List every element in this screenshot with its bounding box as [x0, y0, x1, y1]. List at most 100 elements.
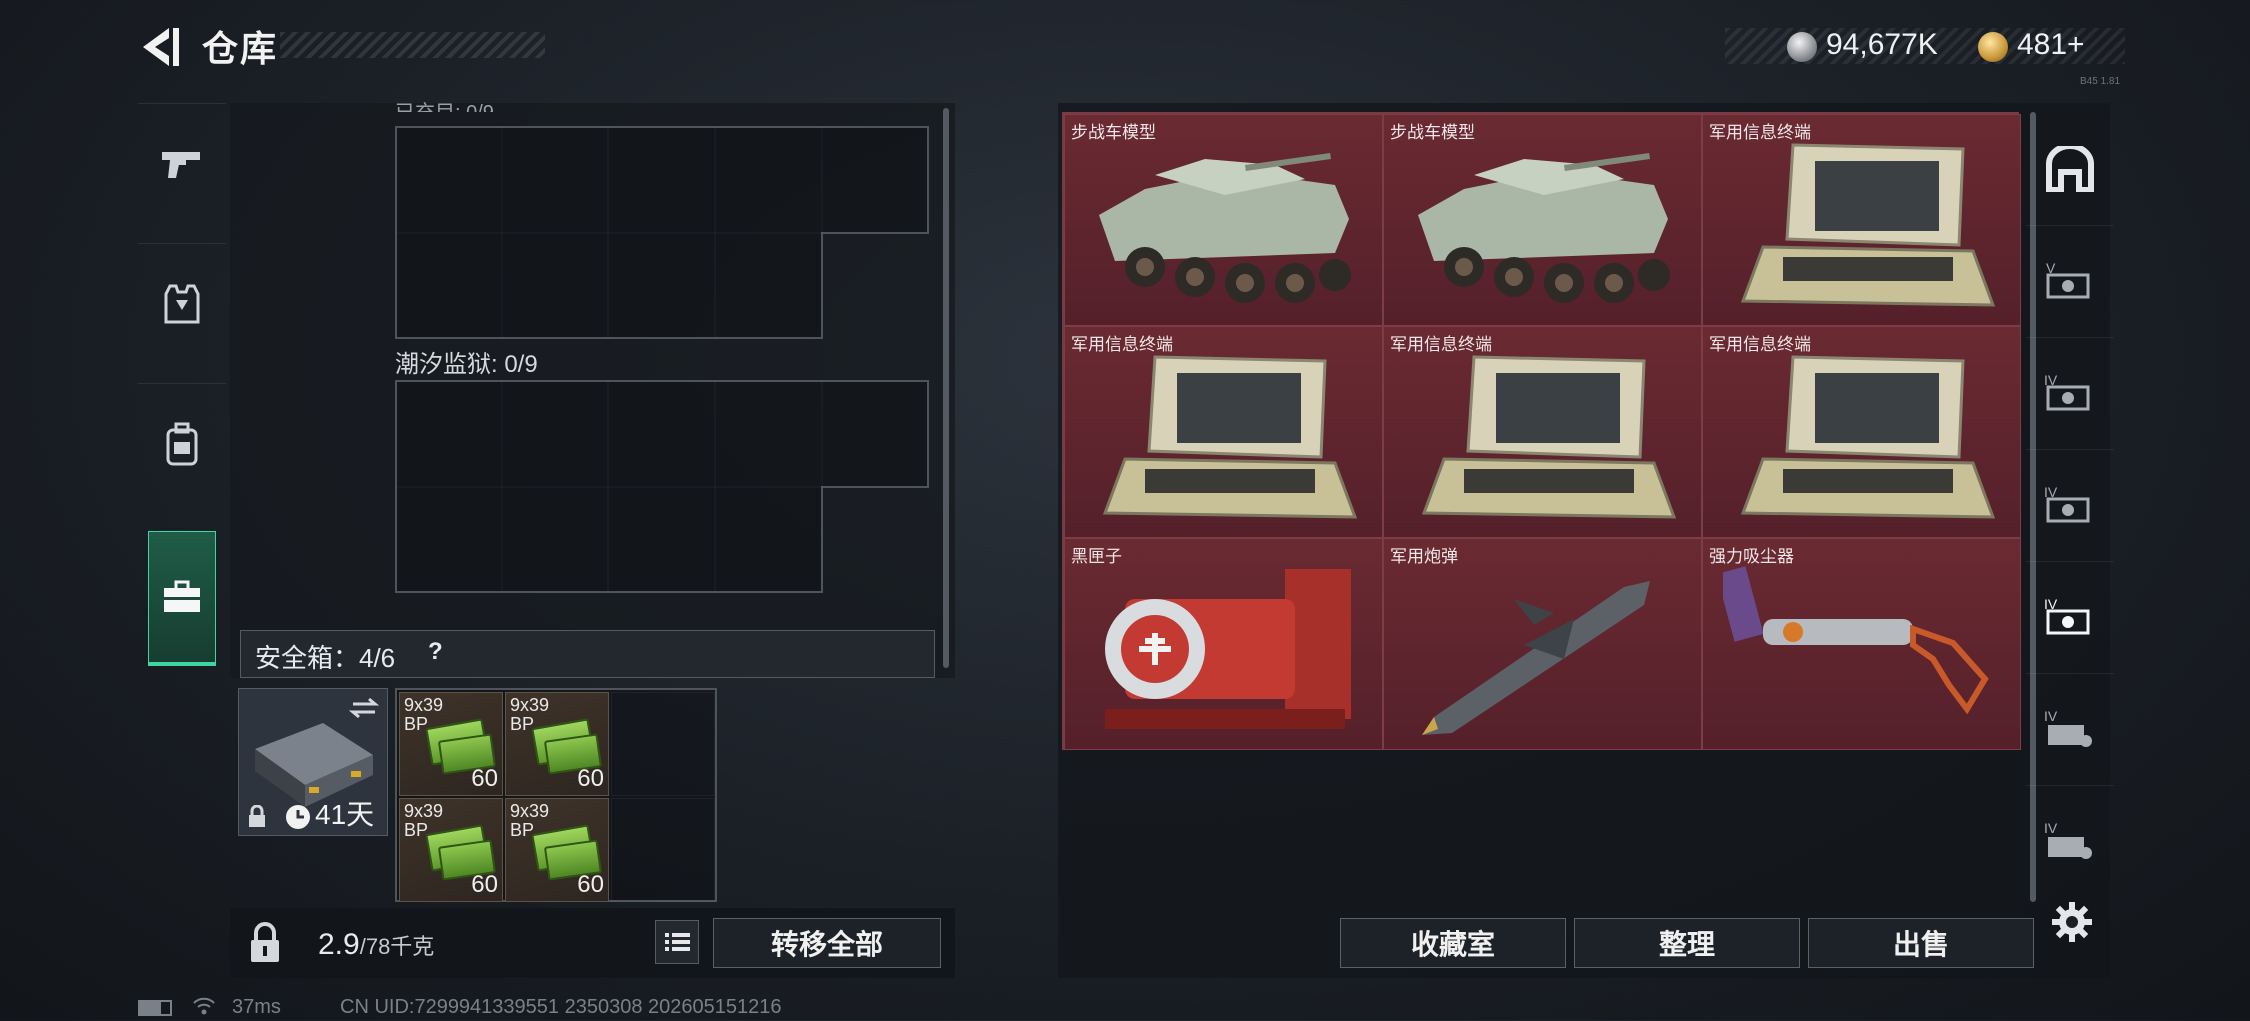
- stash-item[interactable]: 军用信息终端: [1702, 326, 2021, 538]
- stash-grid[interactable]: 步战车模型 步战车模型 军用信息终端 军用信息终端 军用信息终端 军用信息终端 …: [1062, 112, 2021, 750]
- collection-room-button[interactable]: 收藏室: [1340, 918, 1566, 968]
- silver-coin-icon: [1787, 32, 1817, 62]
- grid-2-frame: [395, 380, 929, 593]
- iv-box-icon: IV: [2044, 708, 2092, 747]
- nav-backpack[interactable]: [138, 383, 226, 504]
- stash-page-iv-2[interactable]: IV: [2026, 449, 2114, 562]
- nav-weapons[interactable]: [138, 103, 226, 224]
- ammo-qty: 60: [471, 765, 498, 792]
- stash-item[interactable]: 军用信息终端: [1702, 114, 2021, 326]
- safe-box-days: 41天: [315, 799, 375, 830]
- military-terminal-image: [1740, 143, 1996, 307]
- stash-page-iv-3-active[interactable]: IV: [2026, 561, 2114, 674]
- organize-button[interactable]: 整理: [1574, 918, 1800, 968]
- stash-page-v[interactable]: V: [2026, 225, 2114, 338]
- clock-icon: [286, 805, 310, 829]
- iv-case-icon: IV: [2044, 372, 2090, 411]
- stash-item-name: 军用炮弹: [1390, 547, 1458, 566]
- stash-item-name: 黑匣子: [1071, 547, 1122, 566]
- military-terminal-image: [1740, 355, 1996, 519]
- nav-gear[interactable]: [138, 243, 226, 364]
- stash-item[interactable]: 黑匣子: [1064, 538, 1383, 750]
- list-icon: [665, 933, 690, 951]
- ammo-item[interactable]: 9x39 BP 60: [505, 798, 609, 902]
- battery-icon: [138, 1000, 172, 1016]
- empty-slot[interactable]: [611, 798, 715, 902]
- title-decoration: [280, 32, 545, 58]
- swap-icon[interactable]: [349, 697, 379, 719]
- stash-item-name: 军用信息终端: [1071, 335, 1173, 354]
- settings-button[interactable]: [2050, 900, 2094, 944]
- stash-item-name: 军用信息终端: [1390, 335, 1492, 354]
- version-tag: B45 1.81: [2080, 76, 2121, 87]
- ammo-name: 9x39 BP: [404, 695, 444, 734]
- safe-box-help-button[interactable]: ?: [428, 638, 443, 666]
- weight-display: 2.9/78千克: [318, 928, 434, 962]
- stash-page-iv-1[interactable]: IV: [2026, 337, 2114, 450]
- stash-item[interactable]: 强力吸尘器: [1702, 538, 2021, 750]
- backpack-icon: [166, 422, 198, 466]
- black-box-image: [1105, 569, 1351, 729]
- ammo-item[interactable]: 9x39 BP 60: [505, 692, 609, 796]
- page-title: 仓库: [202, 28, 279, 69]
- lock-icon: [249, 805, 265, 827]
- safe-box-grid[interactable]: 9x39 BP 60 9x39 BP 60 9x39 BP 60 9x39 BP…: [395, 688, 717, 902]
- wifi-icon: [192, 996, 216, 1016]
- pistol-icon: [162, 152, 200, 178]
- padlock-icon: [251, 922, 279, 962]
- container-grid-2[interactable]: [395, 380, 930, 594]
- military-terminal-image: [1102, 355, 1358, 519]
- stash-item[interactable]: 军用信息终端: [1383, 326, 1702, 538]
- container-grid-1[interactable]: [395, 126, 930, 340]
- currency-gold-value[interactable]: 481+: [2017, 28, 2085, 62]
- weight-value: 2.9: [318, 928, 360, 961]
- stash-item[interactable]: 军用炮弹: [1383, 538, 1702, 750]
- stash-item[interactable]: 步战车模型: [1383, 114, 1702, 326]
- ifv-model-image: [1099, 153, 1351, 303]
- transfer-all-button[interactable]: 转移全部: [713, 918, 941, 968]
- safe-box-label: 安全箱：4/6: [255, 643, 396, 673]
- svg-text:IV: IV: [2044, 708, 2058, 724]
- ifv-model-image: [1418, 153, 1670, 303]
- left-category-nav: [138, 103, 226, 673]
- iv-case-active-icon: IV: [2044, 596, 2090, 635]
- gold-coin-icon: [1978, 32, 2008, 62]
- currency-silver-value: 94,677K: [1826, 28, 1938, 61]
- weight-max: /78千克: [359, 934, 435, 959]
- back-button[interactable]: [135, 22, 185, 72]
- stash-item[interactable]: 步战车模型: [1064, 114, 1383, 326]
- section1-label: 已充目: 0/9: [395, 96, 494, 112]
- ammo-name: 9x39 BP: [510, 801, 550, 840]
- ammo-item[interactable]: 9x39 BP 60: [399, 692, 503, 796]
- iv-box-icon: IV: [2044, 820, 2092, 859]
- uid-text: CN UID:7299941339551 2350308 20260515121…: [340, 996, 782, 1018]
- section2-label: 潮汐监狱: 0/9: [395, 351, 538, 378]
- stash-page-iv-4[interactable]: IV: [2026, 673, 2114, 786]
- gear-icon: [2052, 902, 2092, 942]
- ammo-name: 9x39 BP: [404, 801, 444, 840]
- lock-button[interactable]: [245, 920, 285, 966]
- military-terminal-image: [1421, 355, 1677, 519]
- empty-slot[interactable]: [611, 692, 715, 796]
- ammo-qty: 60: [471, 871, 498, 898]
- sell-button[interactable]: 出售: [1808, 918, 2034, 968]
- v-case-icon: V: [2046, 260, 2090, 299]
- stash-item-name: 军用信息终端: [1709, 335, 1811, 354]
- list-view-button[interactable]: [655, 920, 699, 964]
- ammo-item[interactable]: 9x39 BP 60: [399, 798, 503, 902]
- stash-page-all[interactable]: [2026, 113, 2114, 226]
- back-arrow-icon: [143, 28, 179, 66]
- stash-page-iv-5[interactable]: IV: [2026, 785, 2114, 897]
- stash-item[interactable]: 军用信息终端: [1064, 326, 1383, 538]
- artillery-shell-image: [1422, 581, 1650, 735]
- stash-item-name: 步战车模型: [1390, 123, 1475, 142]
- container-scrollbar[interactable]: [943, 108, 949, 668]
- grid-1-frame: [395, 126, 929, 339]
- stash-item-name: 强力吸尘器: [1709, 547, 1794, 566]
- ammo-name: 9x39 BP: [510, 695, 550, 734]
- stash-arch-icon: [2046, 146, 2094, 192]
- stash-item-name: 军用信息终端: [1709, 123, 1811, 142]
- safe-box-card[interactable]: 41天: [238, 688, 388, 836]
- svg-text:IV: IV: [2044, 820, 2058, 836]
- nav-containers[interactable]: [148, 531, 216, 666]
